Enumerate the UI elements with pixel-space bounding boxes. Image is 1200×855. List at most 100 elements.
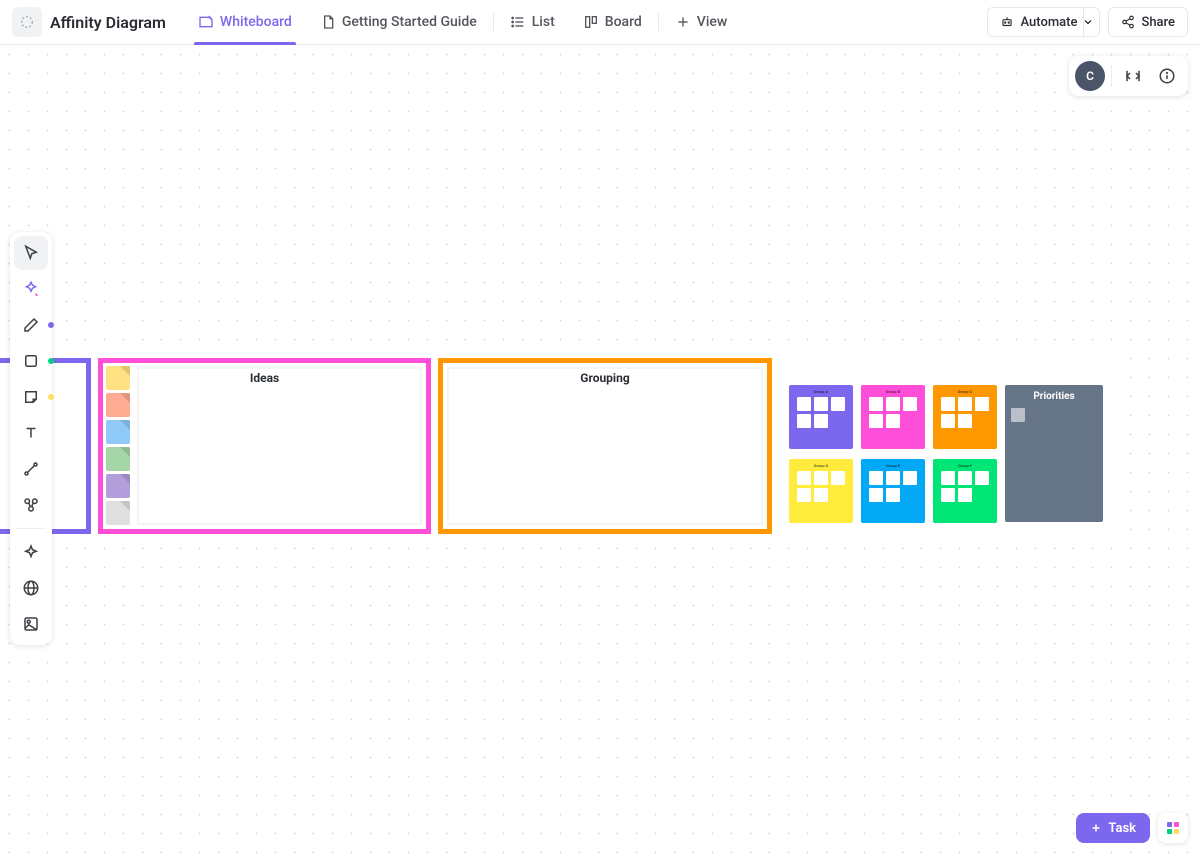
tool-shape[interactable] xyxy=(14,344,48,378)
frame-ideas[interactable]: Ideas xyxy=(98,358,431,534)
tab-whiteboard[interactable]: Whiteboard xyxy=(184,0,306,45)
summary-grid: Group A Group B Group C Group D Group E … xyxy=(789,385,997,523)
summary-card[interactable]: Group E xyxy=(861,459,925,523)
summary-card[interactable]: Group C xyxy=(933,385,997,449)
tab-add-view[interactable]: View xyxy=(661,0,742,45)
mini-squares xyxy=(869,471,917,502)
canvas-controls: C xyxy=(1069,56,1188,96)
summary-panel[interactable]: Group A Group B Group C Group D Group E … xyxy=(779,358,1113,534)
summary-card[interactable]: Group B xyxy=(861,385,925,449)
tool-image[interactable] xyxy=(14,607,48,641)
tab-label: Board xyxy=(605,14,642,30)
summary-card-title: Group B xyxy=(886,389,900,394)
separator xyxy=(16,528,46,529)
automate-button[interactable]: Automate xyxy=(987,7,1084,37)
top-bar: Affinity Diagram Whiteboard Getting Star… xyxy=(0,0,1200,45)
frame-grouping[interactable]: Grouping xyxy=(438,358,772,534)
plus-icon xyxy=(675,14,691,30)
shapes-icon xyxy=(22,496,40,514)
priorities-title: Priorities xyxy=(1011,391,1097,402)
sparkle-icon xyxy=(22,543,40,561)
automate-label: Automate xyxy=(1020,15,1077,30)
share-icon xyxy=(1121,15,1135,29)
tool-generate[interactable] xyxy=(14,272,48,306)
avatar[interactable]: C xyxy=(1075,61,1105,91)
sticky-note[interactable] xyxy=(106,501,130,525)
sticky-icon xyxy=(22,388,40,406)
tab-getting-started[interactable]: Getting Started Guide xyxy=(306,0,491,45)
tool-more-shapes[interactable] xyxy=(14,488,48,522)
doc-title[interactable]: Affinity Diagram xyxy=(50,13,166,32)
left-toolbar xyxy=(10,232,52,645)
list-icon xyxy=(510,14,526,30)
sticky-note[interactable] xyxy=(106,474,130,498)
tool-web[interactable] xyxy=(14,571,48,605)
mini-squares xyxy=(869,397,917,428)
chevron-down-icon xyxy=(1082,16,1094,28)
divider xyxy=(493,13,494,31)
mini-squares xyxy=(797,397,845,428)
fit-width-icon xyxy=(1124,67,1142,85)
whiteboard-icon xyxy=(198,14,214,30)
sticky-note[interactable] xyxy=(106,447,130,471)
summary-card-title: Group E xyxy=(886,463,900,468)
board-icon xyxy=(583,14,599,30)
tool-select[interactable] xyxy=(14,236,48,270)
tool-pen[interactable] xyxy=(14,308,48,342)
square-icon xyxy=(22,352,40,370)
image-icon xyxy=(22,615,40,633)
mini-squares xyxy=(941,471,989,502)
separator xyxy=(1111,65,1112,87)
view-tabs: Whiteboard Getting Started Guide List Bo… xyxy=(184,0,741,45)
summary-card-title: Group D xyxy=(814,463,828,468)
robot-icon xyxy=(1000,15,1014,29)
priority-item[interactable] xyxy=(1011,408,1025,422)
summary-card[interactable]: Group D xyxy=(789,459,853,523)
tab-board[interactable]: Board xyxy=(569,0,656,45)
color-dot xyxy=(48,358,54,364)
share-label: Share xyxy=(1141,15,1175,30)
text-icon xyxy=(22,424,40,442)
apps-icon xyxy=(1167,822,1179,834)
mini-squares xyxy=(941,397,989,428)
tab-label: Whiteboard xyxy=(220,14,292,30)
tab-list[interactable]: List xyxy=(496,0,569,45)
frame-title: Grouping xyxy=(580,371,629,385)
fit-width-button[interactable] xyxy=(1118,61,1148,91)
frame-title: Ideas xyxy=(250,371,279,385)
plus-icon xyxy=(1090,822,1102,834)
priorities-panel[interactable]: Priorities xyxy=(1005,385,1103,522)
info-button[interactable] xyxy=(1152,61,1182,91)
frame-inner xyxy=(137,367,422,525)
topbar-right: Automate Share xyxy=(987,7,1188,37)
doc-type-icon xyxy=(12,7,42,37)
frame-inner xyxy=(447,367,763,525)
automate-group: Automate xyxy=(987,7,1100,37)
summary-card[interactable]: Group F xyxy=(933,459,997,523)
tool-sticky[interactable] xyxy=(14,380,48,414)
apps-button[interactable] xyxy=(1158,813,1188,843)
sticky-palette xyxy=(106,366,130,525)
tab-label: List xyxy=(532,14,555,30)
tool-text[interactable] xyxy=(14,416,48,450)
mini-squares xyxy=(797,471,845,502)
divider xyxy=(658,13,659,31)
tool-templates[interactable] xyxy=(14,535,48,569)
summary-card-title: Group F xyxy=(958,463,972,468)
sticky-note[interactable] xyxy=(106,366,130,390)
color-dot xyxy=(48,394,54,400)
sticky-note[interactable] xyxy=(106,420,130,444)
add-task-button[interactable]: Task xyxy=(1076,813,1150,843)
pen-icon xyxy=(22,316,40,334)
share-button[interactable]: Share xyxy=(1108,7,1188,37)
summary-card-title: Group A xyxy=(814,389,829,394)
diagram-content: Ideas Grouping Group A Group B Group C G… xyxy=(0,358,1200,553)
connector-icon xyxy=(22,460,40,478)
sticky-note[interactable] xyxy=(106,393,130,417)
tab-label: Getting Started Guide xyxy=(342,14,477,30)
tool-connector[interactable] xyxy=(14,452,48,486)
automate-dropdown[interactable] xyxy=(1076,7,1100,37)
summary-card-title: Group C xyxy=(958,389,973,394)
summary-card[interactable]: Group A xyxy=(789,385,853,449)
color-dot xyxy=(48,322,54,328)
